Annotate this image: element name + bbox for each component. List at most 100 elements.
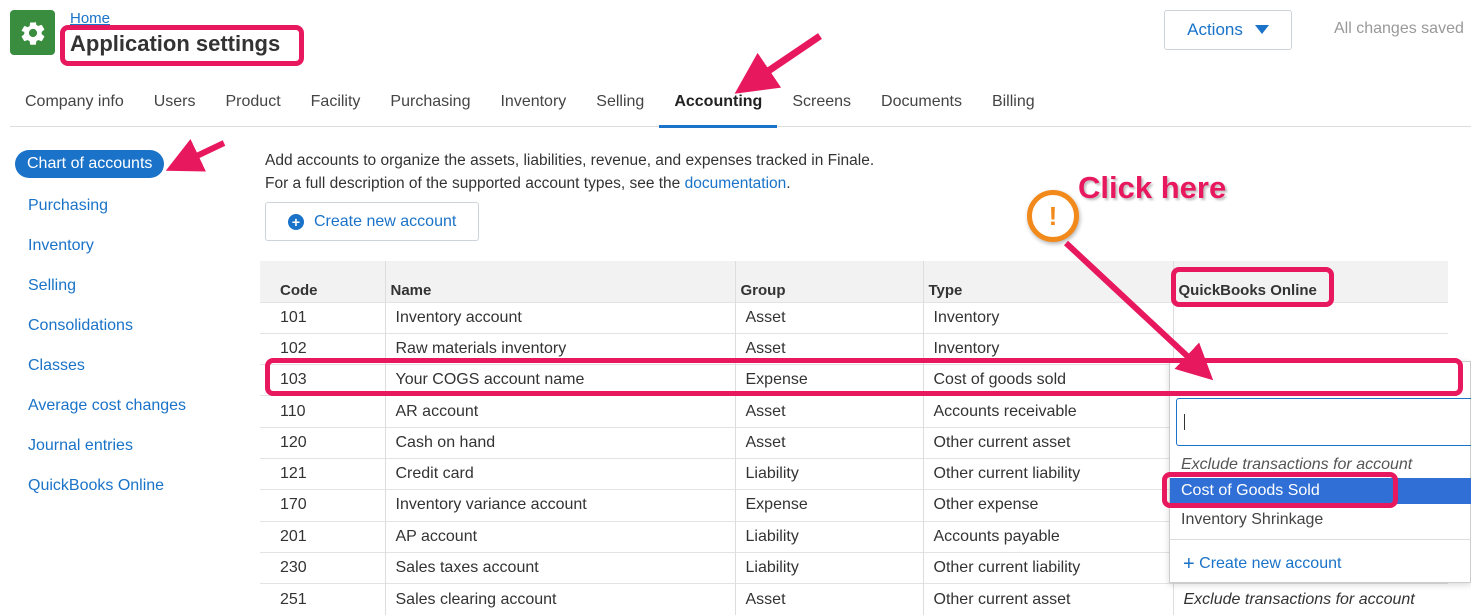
cell-type: Other expense [922, 489, 1173, 522]
description-text: For a full description of the supported … [265, 175, 685, 192]
cell-type: Other current liability [922, 457, 1173, 490]
table-header-row: Code Name Group Type QuickBooks Online [260, 261, 1448, 302]
tab-purchasing[interactable]: Purchasing [375, 80, 485, 127]
cell-group: Liability [734, 457, 923, 490]
column-header-quickbooks-online[interactable]: QuickBooks Online [1172, 261, 1448, 302]
cell-group: Asset [734, 395, 923, 428]
dropdown-divider [1170, 539, 1471, 540]
cell-type: Other current liability [922, 551, 1173, 584]
sidebar-item-consolidations[interactable]: Consolidations [15, 310, 235, 350]
actions-label: Actions [1187, 20, 1243, 39]
cell-name[interactable]: Sales taxes account [384, 551, 735, 584]
warning-symbol: ! [1048, 200, 1058, 231]
description-period: . [786, 175, 791, 192]
warning-icon: ! [1027, 190, 1079, 242]
cell-code: 101 [260, 301, 385, 334]
dropdown-create-new-account[interactable]: + Create new account [1183, 553, 1341, 576]
cell-type: Accounts receivable [922, 395, 1173, 428]
column-header-group[interactable]: Group [734, 261, 923, 302]
tab-billing[interactable]: Billing [977, 80, 1050, 127]
click-here-callout: Click here [1078, 170, 1227, 205]
dropdown-option-inventory-shrinkage[interactable]: Inventory Shrinkage [1170, 507, 1471, 533]
cell-group: Expense [734, 489, 923, 522]
description-line-2: For a full description of the supported … [265, 172, 874, 195]
table-row[interactable]: 251 Sales clearing account Asset Other curr… [260, 583, 1448, 615]
arrow-to-accounting-tab [734, 33, 822, 94]
cell-name[interactable]: Your COGS account name [384, 364, 735, 396]
cell-name[interactable]: Raw materials inventory [384, 332, 735, 365]
table-row[interactable]: 101 Inventory account Asset Inventory [260, 301, 1448, 334]
cell-name[interactable]: Cash on hand [384, 426, 735, 459]
tab-documents[interactable]: Documents [866, 80, 977, 127]
plus-icon: + [1183, 553, 1195, 575]
sidebar-item-purchasing[interactable]: Purchasing [15, 190, 235, 230]
column-header-code[interactable]: Code [260, 261, 385, 302]
table-row[interactable]: 102 Raw materials inventory Asset Inventory [260, 332, 1448, 365]
sidebar-item-classes[interactable]: Classes [15, 350, 235, 390]
breadcrumb-home-link[interactable]: Home [70, 10, 110, 27]
cell-quickbooks-online[interactable] [1172, 332, 1448, 365]
actions-button[interactable]: Actions [1164, 10, 1292, 50]
sidebar-item-average-cost-changes[interactable]: Average cost changes [15, 390, 235, 430]
cell-type: Other current asset [922, 426, 1173, 459]
column-header-name[interactable]: Name [384, 261, 735, 302]
documentation-link[interactable]: documentation [685, 175, 787, 192]
cell-type: Inventory [922, 332, 1173, 365]
cell-code: 120 [260, 426, 385, 459]
cell-name[interactable]: Sales clearing account [384, 583, 735, 615]
cell-type: Cost of goods sold [922, 364, 1173, 396]
cell-group: Asset [734, 426, 923, 459]
sidebar-item-chart-of-accounts[interactable]: Chart of accounts [15, 150, 165, 178]
cell-code: 102 [260, 332, 385, 365]
tab-company-info[interactable]: Company info [10, 80, 139, 127]
cell-code: 110 [260, 395, 385, 428]
save-status: All changes saved [1334, 20, 1464, 37]
cell-quickbooks-online[interactable] [1172, 301, 1448, 334]
cell-name[interactable]: Credit card [384, 457, 735, 490]
plus-circle-icon: + [288, 213, 304, 230]
dropdown-option-cost-of-goods-sold[interactable]: Cost of Goods Sold [1170, 478, 1471, 504]
accounting-sidebar: Chart of accounts Purchasing Inventory S… [15, 150, 235, 510]
tab-facility[interactable]: Facility [296, 80, 376, 127]
cell-code: 201 [260, 520, 385, 553]
create-new-account-button[interactable]: + Create new account [265, 202, 479, 241]
settings-app-icon [10, 10, 55, 55]
description-line-1: Add accounts to organize the assets, lia… [265, 152, 875, 169]
tab-product[interactable]: Product [211, 80, 296, 127]
cell-code: 170 [260, 489, 385, 522]
tab-users[interactable]: Users [139, 80, 211, 127]
cell-code: 121 [260, 457, 385, 490]
cell-group: Liability [734, 551, 923, 584]
sidebar-item-selling[interactable]: Selling [15, 270, 235, 310]
cell-name[interactable]: Inventory variance account [384, 489, 735, 522]
create-new-account-label: Create new account [314, 212, 457, 230]
quickbooks-account-dropdown: Exclude transactions for account Cost of… [1169, 361, 1471, 583]
cell-group: Expense [734, 364, 923, 396]
cell-name[interactable]: AR account [384, 395, 735, 428]
cell-name[interactable]: Inventory account [384, 301, 735, 334]
page-title: Application settings [70, 31, 281, 56]
sidebar-item-quickbooks-online[interactable]: QuickBooks Online [15, 470, 235, 510]
cell-name[interactable]: AP account [384, 520, 735, 553]
sidebar-item-journal-entries[interactable]: Journal entries [15, 430, 235, 470]
tab-screens[interactable]: Screens [777, 80, 866, 127]
dropdown-search-input[interactable] [1176, 398, 1471, 446]
cell-type: Inventory [922, 301, 1173, 334]
cell-quickbooks-online[interactable]: Exclude transactions for account [1172, 583, 1448, 615]
cell-code: 103 [260, 364, 385, 396]
cell-group: Asset [734, 332, 923, 365]
text-cursor [1184, 414, 1185, 430]
page-description: Add accounts to organize the assets, lia… [265, 149, 874, 195]
dropdown-create-label: Create new account [1199, 555, 1342, 572]
cell-group: Asset [734, 583, 923, 615]
gear-icon [21, 21, 44, 45]
sidebar-item-inventory[interactable]: Inventory [15, 230, 235, 270]
cell-group: Liability [734, 520, 923, 553]
dropdown-option-exclude[interactable]: Exclude transactions for account [1170, 452, 1471, 478]
tab-inventory[interactable]: Inventory [485, 80, 581, 127]
tab-selling[interactable]: Selling [581, 80, 659, 127]
column-header-type[interactable]: Type [922, 261, 1173, 302]
chevron-down-icon [1254, 25, 1269, 34]
cell-code: 230 [260, 551, 385, 584]
tab-accounting[interactable]: Accounting [659, 80, 778, 128]
